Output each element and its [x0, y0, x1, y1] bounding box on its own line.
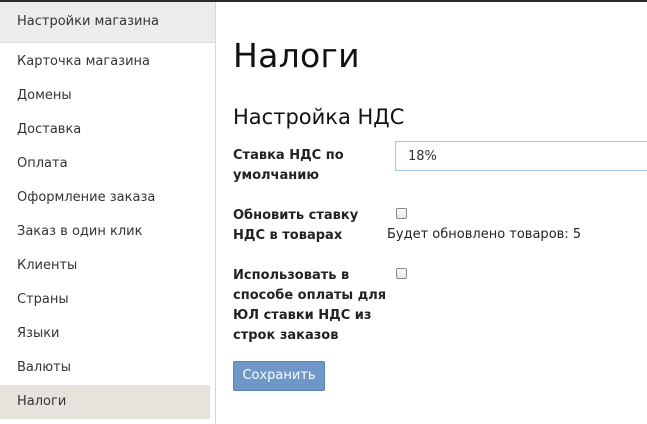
update-products-label: Обновить ставку НДС в товарах [233, 208, 359, 243]
settings-sidebar: Настройки магазина Карточка магазина Дом… [0, 2, 216, 424]
update-products-hint: Будет обновлено товаров: 5 [387, 227, 582, 242]
sidebar-item-checkout[interactable]: Оформление заказа [0, 181, 210, 215]
sidebar-item-countries[interactable]: Страны [0, 283, 210, 317]
sidebar-item-one-click-order[interactable]: Заказ в один клик [0, 215, 210, 249]
sidebar-item-shipping[interactable]: Доставка [0, 113, 210, 147]
sidebar-item-taxes[interactable]: Налоги [0, 385, 210, 419]
use-in-payment-label: Использовать в способе оплаты для ЮЛ ста… [233, 268, 387, 343]
main-content: Налоги Настройка НДС Ставка НДС по умолч… [233, 2, 647, 424]
page-title: Налоги [233, 36, 360, 75]
default-vat-rate-input[interactable] [395, 141, 647, 171]
sidebar-item-payment[interactable]: Оплата [0, 147, 210, 181]
default-rate-label: Ставка НДС по умолчанию [233, 148, 344, 183]
sidebar-header: Настройки магазина [0, 2, 215, 43]
section-title: Настройка НДС [233, 105, 405, 129]
sidebar-item-store-card[interactable]: Карточка магазина [0, 45, 210, 79]
sidebar-item-currencies[interactable]: Валюты [0, 351, 210, 385]
update-products-checkbox[interactable] [396, 208, 407, 219]
use-in-payment-checkbox[interactable] [396, 268, 407, 279]
sidebar-item-domains[interactable]: Домены [0, 79, 210, 113]
save-button[interactable]: Сохранить [233, 361, 325, 391]
sidebar-menu: Карточка магазина Домены Доставка Оплата… [0, 43, 215, 419]
sidebar-item-languages[interactable]: Языки [0, 317, 210, 351]
sidebar-item-customers[interactable]: Клиенты [0, 249, 210, 283]
